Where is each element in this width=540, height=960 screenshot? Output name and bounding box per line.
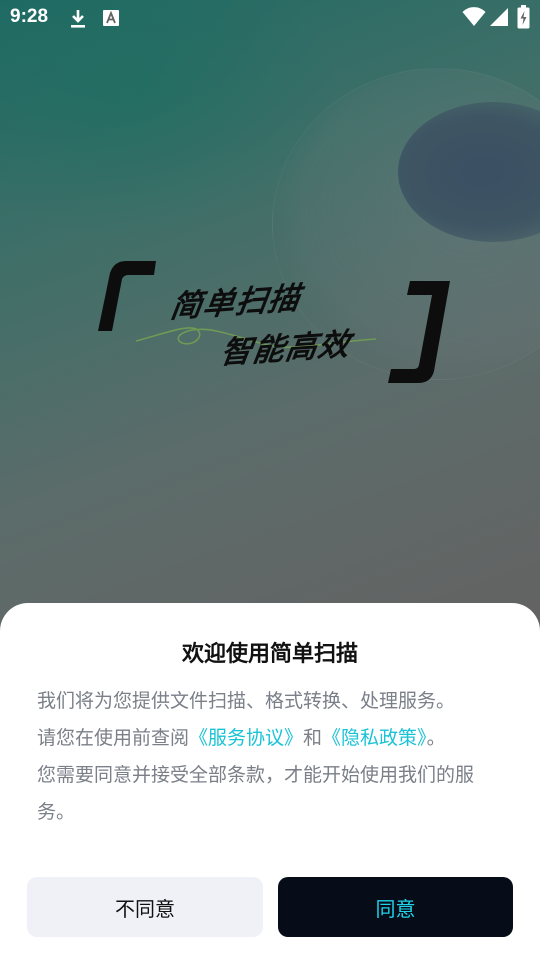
body-line-3: 您需要同意并接受全部条款，才能开始使用我们的服务。 [37, 764, 475, 823]
dialog-body: 我们将为您提供文件扫描、格式转换、处理服务。 请您在使用前查阅《服务协议》和《隐… [37, 683, 507, 831]
wifi-icon [462, 7, 486, 31]
body-line-2-prefix: 请您在使用前查阅 [37, 727, 190, 749]
body-line-1: 我们将为您提供文件扫描、格式转换、处理服务。 [37, 690, 456, 712]
status-time: 9:28 [10, 6, 49, 27]
hero-slogan: 简单扫描 智能高效 [96, 255, 466, 395]
body-line-2-suffix: 。 [426, 727, 446, 749]
status-bar: 9:28 [0, 0, 540, 36]
splash-screen: 9:28 简单扫描 智能高效 欢迎使用简单扫描 我们将为您提供文件扫描、格式转换… [0, 0, 540, 960]
disagree-button[interactable]: 不同意 [27, 877, 263, 937]
disagree-button-label: 不同意 [115, 896, 175, 921]
agree-button[interactable]: 同意 [278, 877, 513, 937]
service-agreement-link[interactable]: 《服务协议》 [189, 727, 303, 749]
privacy-consent-dialog: 欢迎使用简单扫描 我们将为您提供文件扫描、格式转换、处理服务。 请您在使用前查阅… [0, 603, 540, 960]
body-line-2: 请您在使用前查阅《服务协议》和《隐私政策》。 [37, 720, 507, 757]
slogan-line-2: 智能高效 [218, 326, 353, 372]
slogan-line-1: 简单扫描 [168, 280, 303, 326]
font-app-icon [102, 8, 120, 32]
dialog-title: 欢迎使用简单扫描 [181, 642, 358, 667]
signal-icon [489, 7, 509, 31]
agree-button-label: 同意 [375, 896, 416, 921]
download-icon [68, 8, 88, 34]
and-text: 和 [303, 727, 323, 749]
privacy-policy-link[interactable]: 《隐私政策》 [322, 727, 427, 749]
battery-charging-icon [517, 5, 530, 33]
